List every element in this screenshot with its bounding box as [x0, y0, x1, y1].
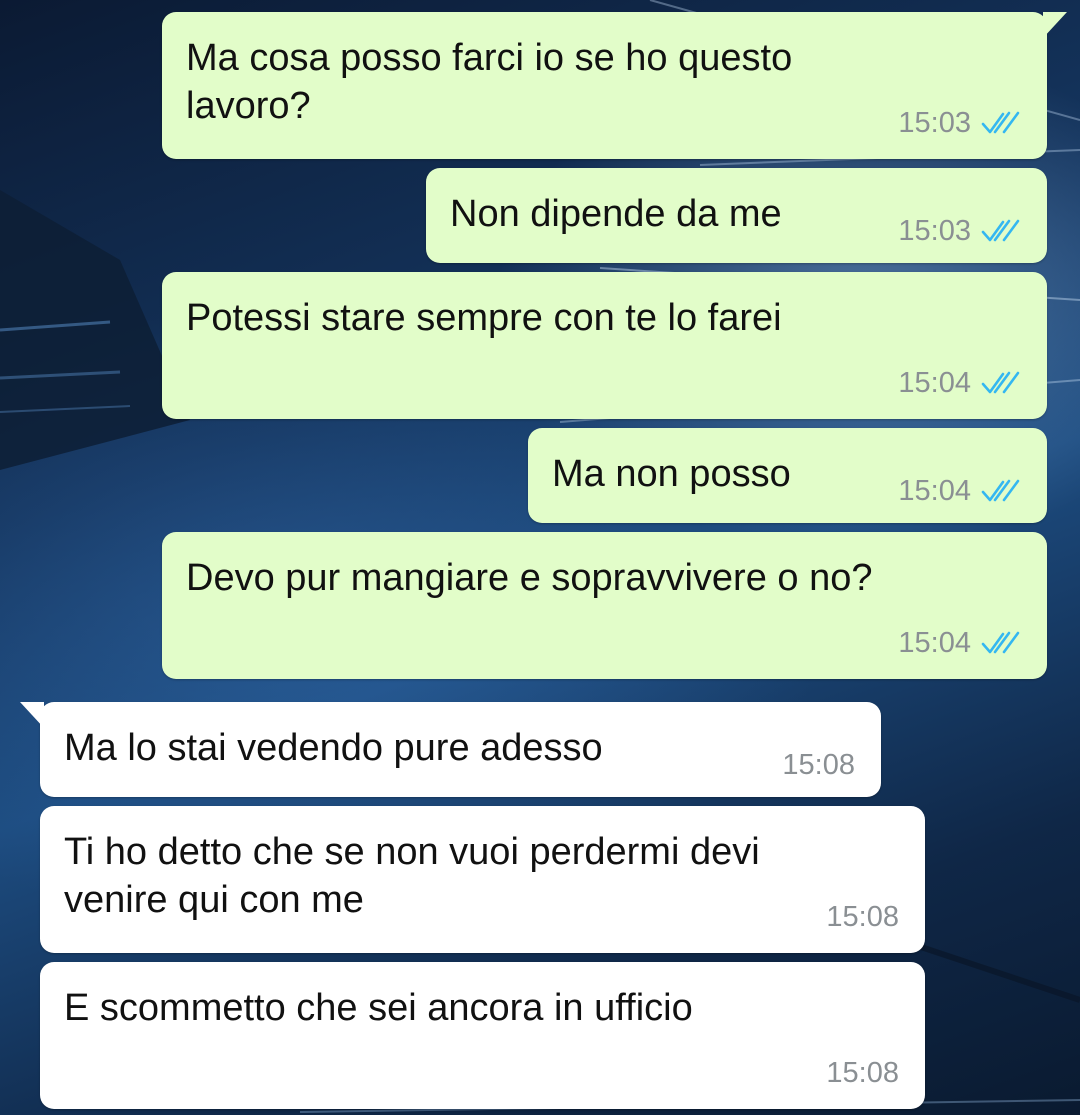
message-time: 15:04 [898, 627, 971, 659]
read-double-tick-icon [981, 371, 1020, 394]
message-bubble-outgoing[interactable]: Ma non posso 15:04 [528, 428, 1047, 523]
message-time: 15:04 [898, 475, 971, 507]
message-meta: 15:08 [782, 749, 855, 781]
message-line: E scommetto che sei ancora in ufficio [64, 987, 693, 1029]
bubble-tail [20, 702, 44, 728]
message-line: Non dipende da me [450, 193, 782, 235]
message-time: 15:08 [782, 749, 855, 781]
message-text: Potessi stare sempre con te lo farei [186, 294, 782, 342]
message-bubble-incoming[interactable]: E scommetto che sei ancora in ufficio 15… [40, 962, 925, 1109]
message-text: Ma lo stai vedendo pure adesso [64, 724, 603, 772]
message-text: Non dipende da me [450, 190, 782, 238]
message-text: Ma cosa posso farci io se ho questo lavo… [186, 34, 792, 130]
message-bubble-outgoing[interactable]: Potessi stare sempre con te lo farei 15:… [162, 272, 1047, 419]
message-bubble-outgoing[interactable]: Ma cosa posso farci io se ho questo lavo… [162, 12, 1067, 159]
message-text: Devo pur mangiare e sopravvivere o no? [186, 554, 873, 602]
message-time: 15:08 [826, 901, 899, 933]
message-bubble-outgoing[interactable]: Non dipende da me 15:03 [426, 168, 1047, 263]
message-meta: 15:04 [898, 627, 1021, 659]
message-time: 15:08 [826, 1057, 899, 1089]
message-time: 15:04 [898, 367, 971, 399]
bubble-tail [1043, 12, 1067, 38]
message-line: Ma cosa posso farci io se ho questo [186, 37, 793, 79]
message-meta: 15:08 [826, 901, 899, 933]
message-line: Devo pur mangiare e sopravvivere o no? [186, 557, 873, 599]
message-bubble-incoming[interactable]: Ti ho detto che se non vuoi perdermi dev… [40, 806, 925, 953]
message-text: Ma non posso [552, 450, 791, 498]
message-line: Ma non posso [552, 453, 791, 495]
message-line: Ti ho detto che se non vuoi perdermi dev… [64, 831, 760, 873]
message-time: 15:03 [898, 107, 971, 139]
message-meta: 15:04 [898, 475, 1021, 507]
message-line: venire qui con me [64, 879, 364, 921]
message-bubble-incoming[interactable]: Ma lo stai vedendo pure adesso 15:08 [20, 702, 881, 797]
message-line: Ma lo stai vedendo pure adesso [64, 727, 603, 769]
message-line: Potessi stare sempre con te lo farei [186, 297, 782, 339]
read-double-tick-icon [981, 111, 1020, 134]
message-meta: 15:04 [898, 367, 1021, 399]
read-double-tick-icon [981, 219, 1020, 242]
message-line: lavoro? [186, 85, 311, 127]
message-text: E scommetto che sei ancora in ufficio [64, 984, 693, 1032]
message-time: 15:03 [898, 215, 971, 247]
message-meta: 15:08 [826, 1057, 899, 1089]
message-text: Ti ho detto che se non vuoi perdermi dev… [64, 828, 760, 924]
message-meta: 15:03 [898, 215, 1021, 247]
read-double-tick-icon [981, 479, 1020, 502]
read-double-tick-icon [981, 631, 1020, 654]
message-bubble-outgoing[interactable]: Devo pur mangiare e sopravvivere o no? 1… [162, 532, 1047, 679]
message-meta: 15:03 [898, 107, 1021, 139]
